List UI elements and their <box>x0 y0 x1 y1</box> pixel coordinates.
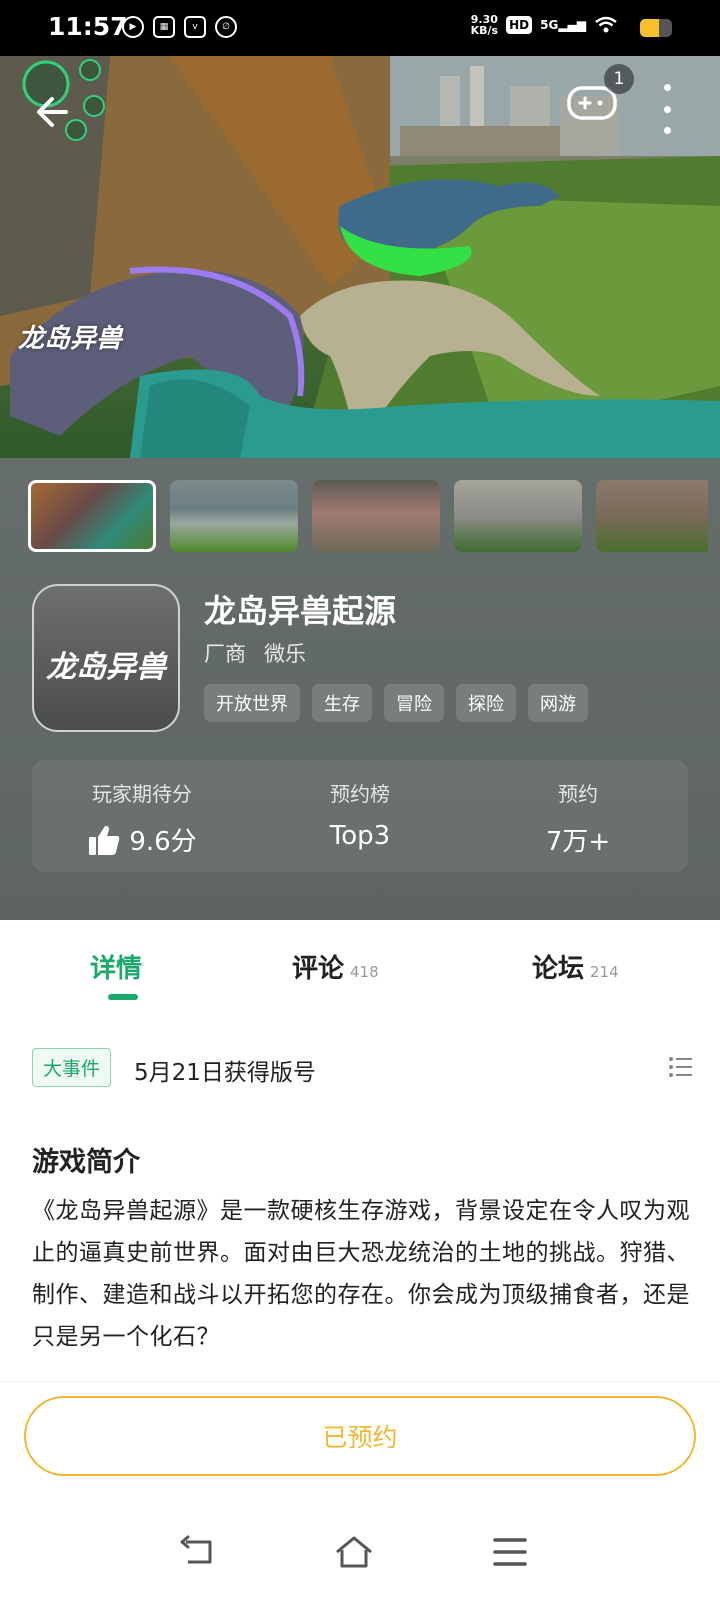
thumbnail-2[interactable] <box>170 480 298 552</box>
list-icon[interactable] <box>668 1056 692 1078</box>
vendor-name[interactable]: 微乐 <box>264 638 306 668</box>
stat-reserve-value: 7万+ <box>545 827 611 857</box>
thumbs-up-icon <box>89 825 120 855</box>
stat-expect-score[interactable]: 玩家期待分 9.6分 <box>32 760 252 858</box>
tab-details-label: 详情 <box>90 954 143 984</box>
tab-indicator <box>108 994 138 1000</box>
tag-online[interactable]: 网游 <box>528 684 588 722</box>
hero-game-logo: 龙岛异兽 <box>18 324 123 354</box>
app-icon: 龙岛异兽 <box>32 584 180 732</box>
subway-icon: ▦ <box>153 16 175 38</box>
signal-icon: 5G▂▄▆ <box>540 18 586 32</box>
intro-text: 《龙岛异兽起源》是一款硬核生存游戏，背景设定在令人叹为观止的逼真史前世界。面对由… <box>32 1198 690 1350</box>
hd-icon: HD <box>506 16 533 34</box>
home-nav-icon[interactable] <box>334 1534 374 1570</box>
vendor-info: 厂商 微乐 <box>204 638 306 668</box>
tab-comments[interactable]: 评论 418 <box>292 948 379 985</box>
tab-comments-label: 评论 <box>292 954 345 984</box>
thumbnail-4[interactable] <box>454 480 582 552</box>
gamepad-badge: 1 <box>604 64 634 94</box>
screenshot-thumbnails <box>28 480 708 552</box>
reserved-button[interactable]: 已预约 <box>24 1396 696 1476</box>
back-button[interactable] <box>30 86 82 138</box>
stat-expect-value: 9.6分 <box>129 827 197 857</box>
tag-open-world[interactable]: 开放世界 <box>204 684 300 722</box>
tag-survival[interactable]: 生存 <box>312 684 372 722</box>
wifi-icon <box>595 16 617 33</box>
tab-bar: 详情 评论 418 论坛 214 <box>0 920 720 1016</box>
tag-list: 开放世界 生存 冒险 探险 网游 <box>204 684 588 722</box>
stat-rank-value: Top3 <box>329 821 391 851</box>
tab-forum-count: 214 <box>590 963 619 981</box>
back-nav-icon[interactable] <box>178 1534 218 1570</box>
tab-forum-label: 论坛 <box>532 954 585 984</box>
event-row[interactable]: 大事件 5月21日获得版号 <box>32 1048 692 1088</box>
network-type: 5G <box>540 18 559 32</box>
stat-reserve-rank[interactable]: 预约榜 Top3 <box>250 760 470 851</box>
stat-expect-label: 玩家期待分 <box>92 782 192 806</box>
status-right: 9.30 KB/s HD 5G▂▄▆ <box>471 14 664 36</box>
app-icon-logo: 龙岛异兽 <box>46 650 166 685</box>
detail-content: 详情 评论 418 论坛 214 大事件 5月21日获得版号 游戏简介 《龙岛异… <box>0 920 720 1600</box>
hero-screenshot[interactable]: 龙岛异兽 1 <box>0 56 720 458</box>
battery-icon <box>640 19 672 37</box>
divider <box>0 1381 720 1382</box>
dot-icon <box>663 105 671 113</box>
stat-reserve-count: 预约 7万+ <box>468 760 688 858</box>
dot-icon <box>663 84 671 91</box>
tag-adventure[interactable]: 冒险 <box>384 684 444 722</box>
dot-icon <box>663 127 671 134</box>
tab-details[interactable]: 详情 <box>90 948 142 985</box>
status-bar: 11:57 ▶ ▦ v ∅ 9.30 KB/s HD 5G▂▄▆ <box>0 0 720 56</box>
thumbnail-3[interactable] <box>312 480 440 552</box>
tab-forum[interactable]: 论坛 214 <box>532 948 619 985</box>
vivo-icon: v <box>184 16 206 38</box>
thumbnail-1[interactable] <box>28 480 156 552</box>
stat-reserve-label: 预约 <box>558 782 598 806</box>
menu-nav-icon[interactable] <box>490 1534 530 1570</box>
more-options-button[interactable] <box>658 84 676 134</box>
intro-title: 游戏简介 <box>32 1147 140 1178</box>
event-text: 5月21日获得版号 <box>134 1060 316 1086</box>
thumbnail-5[interactable] <box>596 480 708 552</box>
status-app-icons: ▶ ▦ v ∅ <box>122 16 237 38</box>
play-icon: ▶ <box>122 16 144 38</box>
back-arrow-icon <box>37 97 68 127</box>
game-info-section: 龙岛异兽 龙岛异兽起源 厂商 微乐 开放世界 生存 冒险 探险 网游 玩家期待分… <box>0 458 720 920</box>
network-speed: 9.30 KB/s <box>471 14 498 36</box>
stat-rank-label: 预约榜 <box>330 782 390 806</box>
vendor-label: 厂商 <box>204 642 246 666</box>
system-nav-bar <box>0 1520 720 1600</box>
tag-exploration[interactable]: 探险 <box>456 684 516 722</box>
event-badge: 大事件 <box>32 1048 112 1087</box>
battery-level <box>640 19 660 37</box>
tab-comments-count: 418 <box>350 963 379 981</box>
status-time: 11:57 <box>48 12 128 41</box>
link-icon: ∅ <box>215 16 237 38</box>
network-speed-unit: KB/s <box>470 24 499 37</box>
app-title: 龙岛异兽起源 <box>204 592 397 630</box>
stats-panel: 玩家期待分 9.6分 预约榜 Top3 预约 7万+ <box>32 760 688 872</box>
